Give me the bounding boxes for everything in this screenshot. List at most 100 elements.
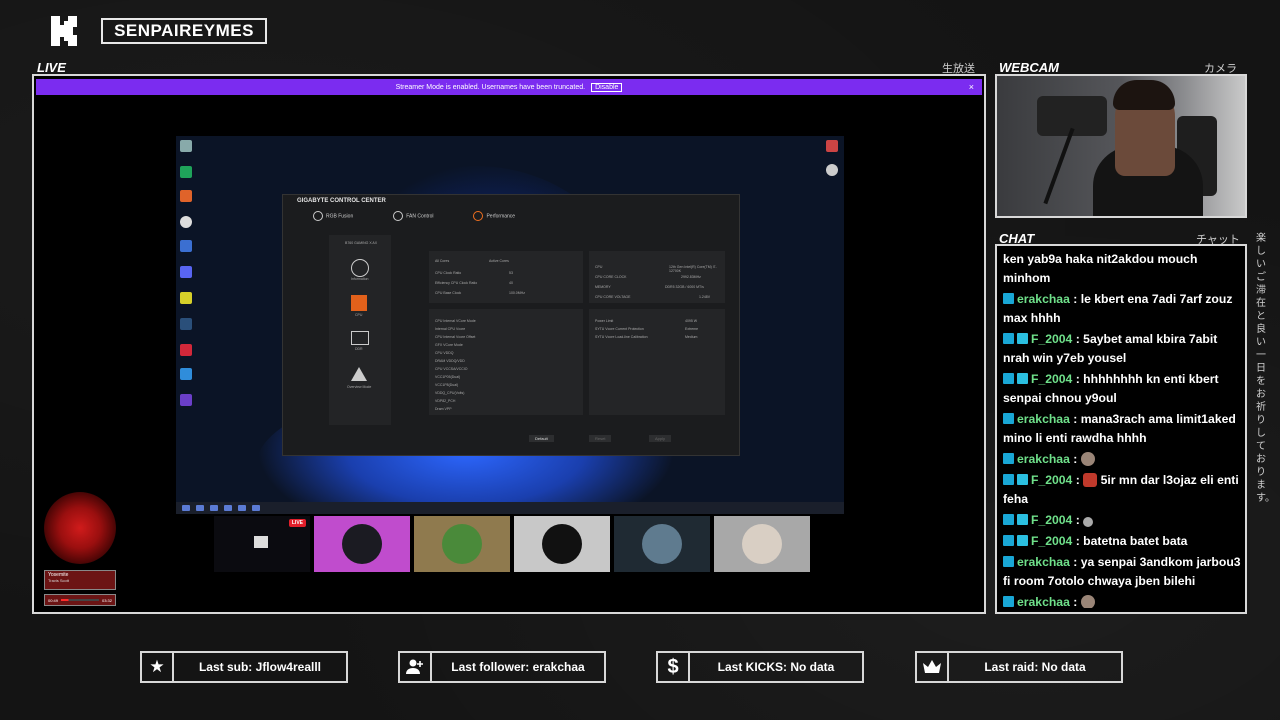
row-label: Internal CPU Vcore: [435, 327, 466, 331]
app-icon[interactable]: [210, 505, 218, 511]
app-icon[interactable]: [180, 394, 192, 406]
live-label: LIVE: [37, 60, 66, 75]
steam-icon[interactable]: [180, 318, 192, 330]
recycle-bin-icon[interactable]: [180, 140, 192, 152]
app-icon[interactable]: [180, 240, 192, 252]
chat-username[interactable]: erakchaa: [1017, 412, 1070, 426]
search-icon[interactable]: [196, 505, 204, 511]
row-value[interactable]: Extreme: [685, 327, 698, 331]
app-icon[interactable]: [252, 505, 260, 511]
app-icon[interactable]: [180, 190, 192, 202]
start-icon[interactable]: [182, 505, 190, 511]
last-kicks-widget: $ Last KICKS: No data: [656, 651, 864, 683]
app-icon[interactable]: [180, 368, 192, 380]
tab-label: RGB Fusion: [326, 213, 354, 220]
chat-username[interactable]: F_2004: [1031, 534, 1072, 548]
kick-badge-icon: [1003, 293, 1014, 304]
row-value[interactable]: 4095 W: [685, 319, 697, 323]
emote-icon: [1080, 595, 1095, 608]
row-value[interactable]: 100.0MHz: [509, 291, 525, 295]
default-button[interactable]: Default: [529, 435, 554, 442]
row-label: Dram VPP: [435, 407, 452, 411]
row-value[interactable]: Medium: [685, 335, 697, 339]
status-label: CPU CORE VOLTAGE: [595, 295, 631, 299]
kick-badge-icon: [1003, 596, 1014, 607]
chat-text: :: [1072, 473, 1084, 487]
shared-desktop: GIGABYTE CONTROL CENTER RGB Fusion FAN C…: [176, 136, 844, 514]
ddr-icon[interactable]: [351, 331, 369, 345]
chat-username[interactable]: erakchaa: [1017, 452, 1070, 466]
row-value[interactable]: 53: [509, 271, 513, 275]
status-value: 2992.83MHz: [681, 275, 701, 279]
og-badge-icon: [1017, 333, 1028, 344]
reset-button[interactable]: Reset: [589, 435, 612, 442]
obs-icon[interactable]: [826, 164, 838, 176]
participant-screen-share[interactable]: LIVE: [214, 516, 310, 572]
app-icon[interactable]: [224, 505, 232, 511]
participant-character-avatar[interactable]: [614, 516, 710, 572]
avatar: [742, 524, 782, 564]
gcc-title: GIGABYTE CONTROL CENTER: [297, 198, 386, 204]
kick-badge-icon: [1003, 333, 1014, 344]
participant-man-avatar[interactable]: [414, 516, 510, 572]
app-icon[interactable]: [826, 140, 838, 152]
participant-hamster-avatar[interactable]: [714, 516, 810, 572]
close-icon[interactable]: ×: [969, 82, 974, 92]
row-value[interactable]: 40: [509, 281, 513, 285]
cpu-icon[interactable]: [351, 295, 367, 311]
row-label: DRAM VDDQ/VDD: [435, 359, 465, 363]
tab-fan-control[interactable]: FAN Control: [393, 211, 433, 221]
row-label: CPU Clock Ratio: [435, 271, 462, 275]
power-panel: Power Limit 4095 W SYTU Vcore Current Pr…: [589, 309, 725, 415]
all-cores-option[interactable]: All Cores: [435, 259, 449, 263]
og-badge-icon: [1017, 373, 1028, 384]
status-panel: CPU 12th Gen Intel(R) Core(TM) i7-12700K…: [589, 251, 725, 303]
info-icon[interactable]: [351, 259, 369, 277]
chat-message: erakchaa : mana3rach ama limit1aked mino…: [1003, 410, 1241, 448]
music-widget: Yosemite Travis Scott 00:49 03:32: [42, 492, 118, 610]
app-icon[interactable]: [180, 344, 192, 356]
side-jp-text: 楽しいご滞在と良い一日をお祈りしております。: [1256, 233, 1275, 504]
add-user-icon: [400, 653, 432, 681]
chat-username[interactable]: F_2004: [1031, 513, 1072, 527]
song-artist: Travis Scott: [48, 578, 69, 583]
emote-icon: [1083, 517, 1094, 527]
webcam-label: WEBCAM: [999, 60, 1059, 75]
kick-badge-icon: [1003, 535, 1014, 546]
chat-message: erakchaa :: [1003, 450, 1241, 469]
discord-icon[interactable]: [180, 266, 192, 278]
chat-username[interactable]: F_2004: [1031, 332, 1072, 346]
kick-badge-icon: [1003, 474, 1014, 485]
kick-badge-icon: [1003, 453, 1014, 464]
status-value: DDR5 32GB / 6000 MT/s: [665, 285, 704, 289]
chat-message: F_2004 :: [1003, 511, 1241, 530]
taskbar: [176, 502, 844, 514]
kick-logo-icon: [51, 16, 77, 46]
disable-button[interactable]: Disable: [591, 82, 623, 92]
chat-username[interactable]: F_2004: [1031, 372, 1072, 386]
tab-performance[interactable]: Performance: [473, 211, 515, 221]
app-icon[interactable]: [180, 292, 192, 304]
chat-username[interactable]: erakchaa: [1017, 555, 1070, 569]
cpu-panel: All Cores Active Cores CPU Clock Ratio 5…: [429, 251, 583, 303]
participant-wolf-avatar[interactable]: [514, 516, 610, 572]
active-cores-option[interactable]: Active Cores: [489, 259, 509, 263]
participant-pink-avatar[interactable]: [314, 516, 410, 572]
gauge-icon: [473, 211, 484, 221]
warning-icon[interactable]: [351, 367, 367, 381]
app-icon[interactable]: [238, 505, 246, 511]
chat-username[interactable]: erakchaa: [1017, 292, 1070, 306]
chat-username[interactable]: erakchaa: [1017, 595, 1070, 608]
chat-text: :: [1069, 595, 1081, 608]
chrome-icon[interactable]: [180, 216, 192, 228]
apply-button[interactable]: Apply: [649, 435, 672, 442]
row-label: Power Limit: [595, 319, 614, 323]
tab-rgb-fusion[interactable]: RGB Fusion: [313, 211, 353, 221]
streamer-mode-text: Streamer Mode is enabled. Usernames have…: [395, 83, 586, 91]
chat-username[interactable]: F_2004: [1031, 473, 1072, 487]
chat-messages: ken yab9a haka nit2akdou mouch minhom era…: [1003, 250, 1241, 608]
dollar-icon: $: [658, 653, 690, 681]
edge-icon[interactable]: [180, 166, 192, 178]
live-badge: LIVE: [288, 519, 306, 527]
chat-text: :: [1072, 513, 1084, 527]
